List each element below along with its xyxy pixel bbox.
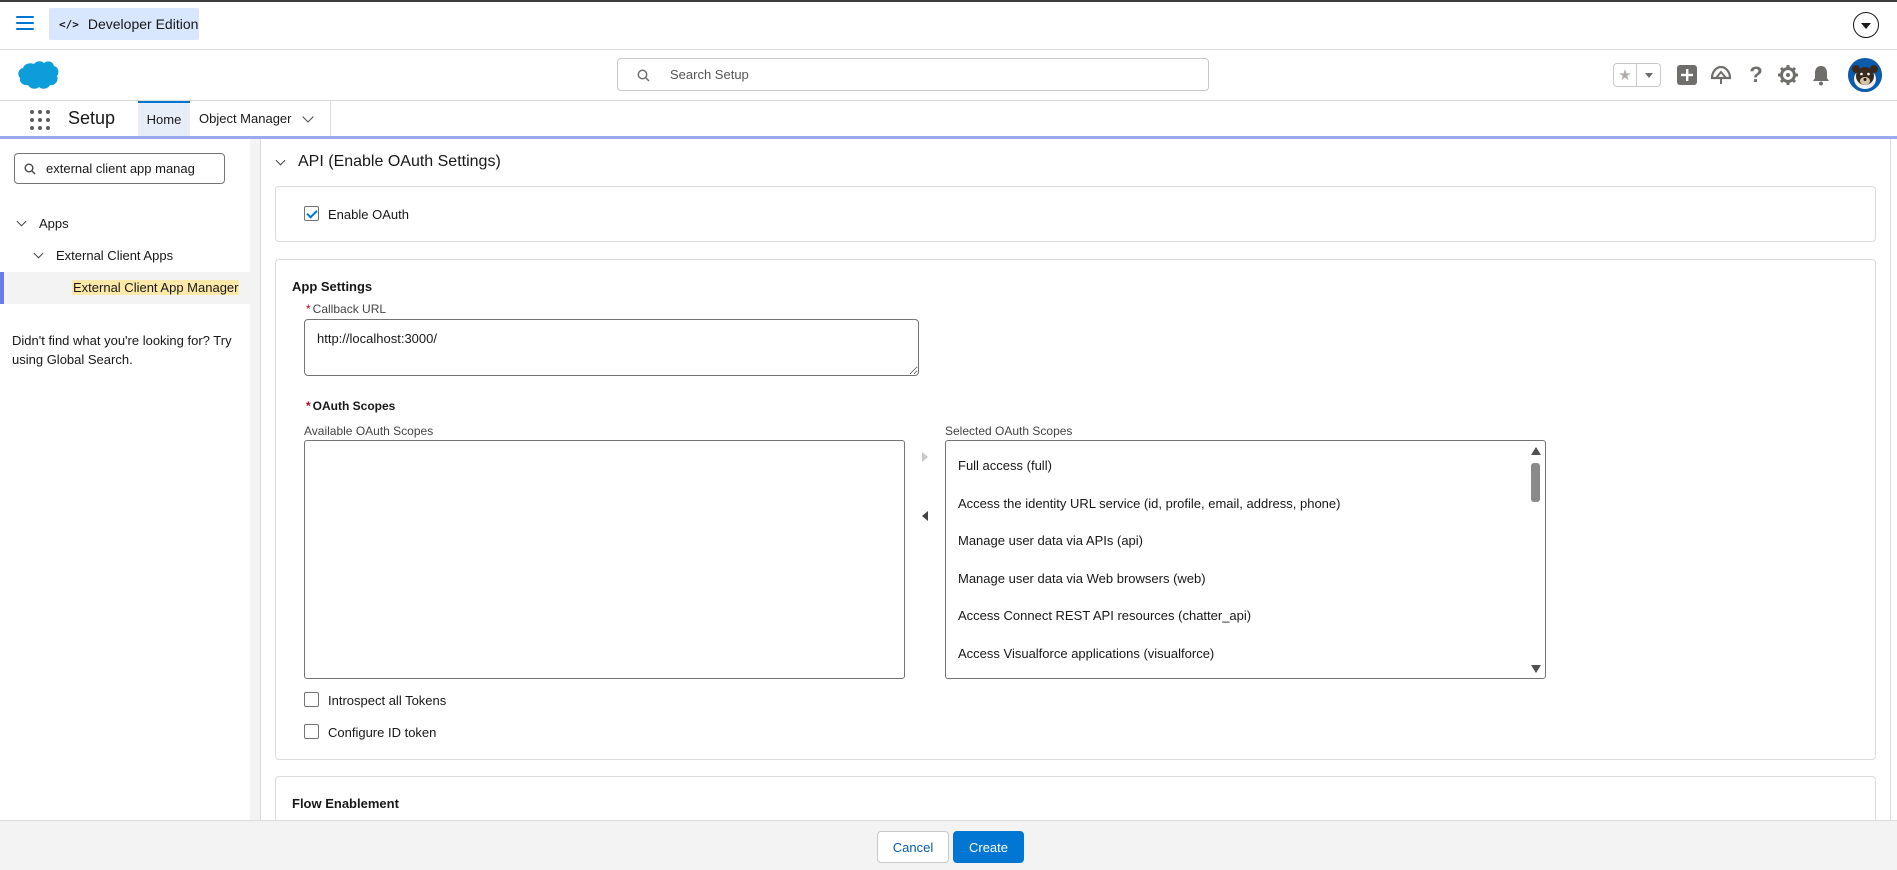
configure-id-token-checkbox[interactable] <box>304 724 319 739</box>
trailhead-icon[interactable] <box>1708 62 1734 88</box>
selected-scopes-listbox[interactable]: Full access (full) Access the identity U… <box>945 440 1546 679</box>
arrow-left-icon <box>922 511 928 521</box>
selected-scopes-label: Selected OAuth Scopes <box>945 424 1073 438</box>
enable-oauth-card <box>275 186 1876 242</box>
section-toggle-api-oauth[interactable]: API (Enable OAuth Settings) <box>275 153 501 171</box>
list-item[interactable]: Access Connect REST API resources (chatt… <box>958 608 1251 623</box>
setup-search-input[interactable] <box>668 59 1188 90</box>
app-launcher-icon[interactable] <box>30 110 50 130</box>
chevron-down-icon <box>1644 72 1653 78</box>
scroll-up-arrow-icon[interactable] <box>1531 447 1541 455</box>
callback-url-field[interactable]: http://localhost:3000/ <box>304 319 919 376</box>
search-icon <box>24 163 36 175</box>
introspect-tokens-label: Introspect all Tokens <box>328 693 447 708</box>
move-right-button[interactable] <box>920 450 930 464</box>
create-button[interactable]: Create <box>953 831 1024 863</box>
tab-home[interactable]: Home <box>138 101 190 136</box>
callback-url-label: * Callback URL <box>306 302 387 316</box>
app-name: Setup <box>68 108 116 128</box>
chevron-down-icon[interactable] <box>301 110 314 123</box>
available-scopes-listbox[interactable] <box>304 440 905 679</box>
scrollbar-thumb[interactable] <box>1531 463 1540 502</box>
search-icon <box>637 69 650 82</box>
enable-oauth-label: Enable OAuth <box>328 207 409 222</box>
available-scopes-label: Available OAuth Scopes <box>304 424 434 438</box>
favorites-dropdown[interactable] <box>1637 64 1660 86</box>
list-item[interactable]: Access Visualforce applications (visualf… <box>958 646 1214 661</box>
divider <box>1890 139 1891 820</box>
developer-edition-badge: </> Developer Edition <box>49 8 199 40</box>
notifications-bell-icon[interactable] <box>1808 62 1834 88</box>
configure-id-token-label: Configure ID token <box>328 725 437 740</box>
scroll-down-arrow-icon[interactable] <box>1531 665 1541 673</box>
quick-find-input[interactable] <box>44 154 220 183</box>
chevron-down-icon[interactable] <box>275 155 286 165</box>
chevron-down-icon[interactable] <box>16 216 27 227</box>
add-icon[interactable] <box>1674 62 1700 88</box>
list-item[interactable]: Full access (full) <box>958 458 1052 473</box>
tree-item-label: External Client App Manager <box>72 280 240 295</box>
introspect-tokens-checkbox[interactable] <box>304 692 319 707</box>
move-left-button[interactable] <box>920 509 930 523</box>
tab-label: Object Manager <box>199 111 292 126</box>
sidebar-help-text: Didn't find what you're looking for? Try… <box>12 333 232 367</box>
setup-sidebar <box>0 139 250 820</box>
enable-oauth-checkbox[interactable] <box>304 206 319 221</box>
menu-icon[interactable] <box>16 16 34 30</box>
help-icon[interactable]: ? <box>1743 62 1769 88</box>
avatar[interactable] <box>1848 58 1882 92</box>
oauth-scopes-label: * OAuth Scopes <box>306 399 396 413</box>
tree-item-label: Apps <box>39 216 69 231</box>
sidebar-divider <box>250 139 261 820</box>
chevron-down-icon <box>1861 23 1871 29</box>
tab-object-manager[interactable]: Object Manager <box>192 101 331 136</box>
tree-item-apps[interactable]: Apps <box>16 216 69 231</box>
arrow-right-icon <box>922 452 928 462</box>
global-top-bar <box>0 0 1897 50</box>
edition-label: Developer Edition <box>87 16 199 32</box>
tree-item-label: External Client Apps <box>56 248 174 263</box>
tree-item-external-client-apps[interactable]: External Client Apps <box>33 248 174 263</box>
flow-enablement-title: Flow Enablement <box>292 796 399 811</box>
chevron-down-icon[interactable] <box>33 248 44 259</box>
favorites-star-icon[interactable]: ★ <box>1614 64 1637 86</box>
setup-gear-icon[interactable] <box>1775 62 1801 88</box>
favorites-group[interactable]: ★ <box>1613 63 1661 87</box>
top-dropdown-button[interactable] <box>1853 12 1879 38</box>
cancel-button[interactable]: Cancel <box>877 831 949 863</box>
section-title: API (Enable OAuth Settings) <box>298 153 501 170</box>
salesforce-logo[interactable] <box>17 60 59 90</box>
app-settings-title: App Settings <box>292 279 373 294</box>
list-item[interactable]: Manage user data via APIs (api) <box>958 533 1143 548</box>
code-icon: </> <box>59 17 79 31</box>
list-item[interactable]: Manage user data via Web browsers (web) <box>958 571 1206 586</box>
list-item[interactable]: Access the identity URL service (id, pro… <box>958 496 1340 511</box>
